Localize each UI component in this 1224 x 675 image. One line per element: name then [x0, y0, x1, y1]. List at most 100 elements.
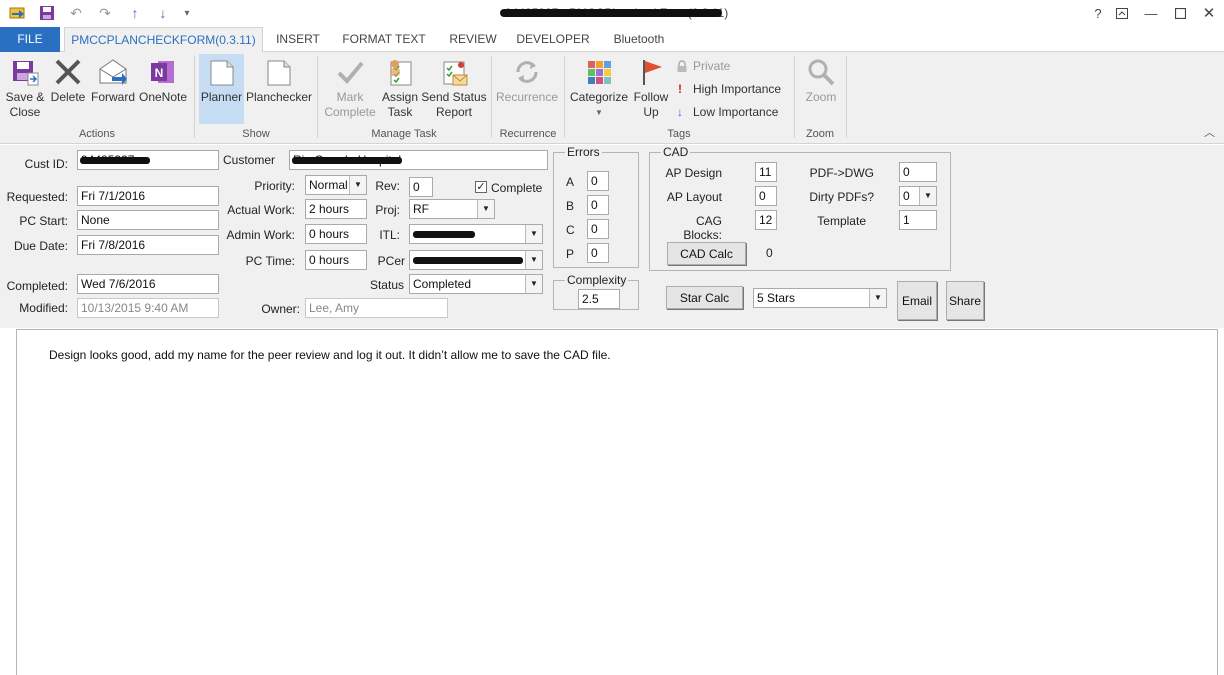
separator — [564, 56, 565, 138]
down-arrow-icon[interactable]: ↓ — [153, 4, 173, 22]
cag-blocks-label: CAG Blocks: — [683, 214, 722, 242]
delete-x-icon — [52, 56, 84, 88]
pc-time-label: PC Time: — [245, 254, 295, 268]
flag-icon — [635, 56, 667, 88]
email-button[interactable]: Email — [897, 281, 937, 320]
status-label: Status — [369, 278, 404, 292]
save-close-button[interactable]: Save & Close — [3, 54, 47, 120]
dirty-pdfs-label: Dirty PDFs? — [809, 190, 874, 204]
tab-bluetooth[interactable]: Bluetooth — [604, 27, 674, 52]
star-calc-button[interactable]: Star Calc — [666, 286, 743, 309]
minimize-button[interactable]: — — [1137, 3, 1165, 23]
tab-developer[interactable]: DEVELOPER — [514, 27, 592, 52]
mark-complete-button[interactable]: Mark Complete — [322, 54, 378, 120]
maximize-button[interactable] — [1166, 3, 1194, 23]
planner-label: Planner — [200, 90, 243, 104]
itl-redaction — [413, 231, 475, 238]
delete-button[interactable]: Delete — [48, 54, 88, 105]
tab-pmccplancheckform[interactable]: PMCCPLANCHECKFORM(0.3.11) — [64, 27, 263, 53]
recurrence-icon — [511, 56, 543, 88]
delete-label: Delete — [50, 90, 86, 104]
itl-label: ITL: — [379, 228, 400, 242]
tab-file[interactable]: FILE — [0, 27, 60, 52]
tab-insert[interactable]: INSERT — [268, 27, 328, 52]
forward-button[interactable]: Forward — [89, 54, 137, 105]
categorize-button[interactable]: Categorize ▼ — [569, 54, 629, 120]
collapse-ribbon-icon[interactable]: ︿ — [1204, 124, 1215, 140]
complexity-title: Complexity — [565, 273, 629, 287]
tab-format-text[interactable]: FORMAT TEXT — [338, 27, 430, 52]
error-a-field[interactable]: 0 — [587, 171, 609, 191]
save-close-label: Save & Close — [5, 90, 45, 119]
assign-task-icon — [384, 56, 416, 88]
template-label: Template — [817, 214, 866, 228]
complexity-field[interactable]: 2.5 — [578, 289, 620, 309]
low-importance-button[interactable]: ↓ Low Importance — [677, 102, 778, 122]
close-button[interactable]: ✕ — [1195, 3, 1223, 23]
dirty-pdfs-select[interactable]: 0 ▼ — [899, 186, 937, 206]
stars-select[interactable]: 5 Stars ▼ — [753, 288, 887, 308]
private-button[interactable]: Private — [676, 56, 730, 76]
error-p-field[interactable]: 0 — [587, 243, 609, 263]
send-status-label: Send Status Report — [421, 90, 487, 119]
template-field[interactable]: 1 — [899, 210, 937, 230]
high-importance-button[interactable]: ! High Importance — [678, 79, 781, 99]
assign-task-button[interactable]: Assign Task — [379, 54, 421, 120]
follow-up-button[interactable]: Follow Up — [630, 54, 672, 120]
zoom-group-label: Zoom — [805, 128, 835, 140]
due-date-field[interactable]: Fri 7/8/2016 — [77, 235, 219, 255]
separator — [491, 56, 492, 138]
ap-design-field[interactable]: 11 — [755, 162, 777, 182]
up-arrow-icon[interactable]: ↑ — [125, 4, 145, 22]
pc-start-field[interactable]: None — [77, 210, 219, 230]
tab-review[interactable]: REVIEW — [444, 27, 502, 52]
admin-work-label: Admin Work: — [226, 228, 295, 242]
save-icon[interactable] — [37, 4, 57, 22]
recurrence-button[interactable]: Recurrence — [494, 54, 560, 105]
ap-layout-field[interactable]: 0 — [755, 186, 777, 206]
error-c-field[interactable]: 0 — [587, 219, 609, 239]
due-date-label: Due Date: — [13, 239, 68, 253]
customize-icon[interactable]: ▾ — [177, 4, 197, 22]
onenote-label: OneNote — [138, 90, 188, 104]
notes-text: Design looks good, add my name for the p… — [49, 348, 611, 362]
error-b-field[interactable]: 0 — [587, 195, 609, 215]
planner-button[interactable]: Planner — [199, 54, 244, 124]
planchecker-label: Planchecker — [245, 90, 313, 104]
error-c-label: C — [566, 223, 575, 237]
share-button[interactable]: Share — [946, 281, 984, 320]
completed-field[interactable]: Wed 7/6/2016 — [77, 274, 219, 294]
cad-calc-button[interactable]: CAD Calc — [667, 242, 746, 265]
notes-body[interactable]: Design looks good, add my name for the p… — [16, 329, 1218, 675]
ap-layout-label: AP Layout — [666, 190, 722, 204]
separator — [317, 56, 318, 138]
planchecker-button[interactable]: Planchecker — [245, 54, 313, 105]
chevron-down-icon: ▼ — [525, 225, 542, 243]
complete-checkbox[interactable]: ✓ — [475, 181, 487, 193]
status-select[interactable]: Completed ▼ — [409, 274, 543, 294]
admin-work-field[interactable]: 0 hours — [305, 224, 367, 244]
stars-value: 5 Stars — [757, 291, 796, 305]
priority-select[interactable]: Normal ▼ — [305, 175, 367, 195]
undo-icon[interactable]: ↶ — [66, 4, 86, 22]
app-icon[interactable] — [8, 4, 28, 22]
errors-title: Errors — [565, 145, 602, 159]
onenote-icon: N — [147, 56, 179, 88]
actual-work-field[interactable]: 2 hours — [305, 199, 367, 219]
onenote-button[interactable]: N OneNote — [138, 54, 188, 105]
proj-select[interactable]: RF ▼ — [409, 199, 495, 219]
cag-blocks-field[interactable]: 12 — [755, 210, 777, 230]
redo-icon[interactable]: ↷ — [95, 4, 115, 22]
lock-icon — [677, 59, 687, 72]
pdf-dwg-field[interactable]: 0 — [899, 162, 937, 182]
pc-time-field[interactable]: 0 hours — [305, 250, 367, 270]
send-status-report-button[interactable]: Send Status Report — [421, 54, 487, 120]
private-label: Private — [693, 59, 731, 73]
requested-field[interactable]: Fri 7/1/2016 — [77, 186, 219, 206]
rev-field[interactable]: 0 — [409, 177, 433, 197]
proj-value: RF — [413, 202, 429, 216]
proj-label: Proj: — [375, 203, 400, 217]
ribbon-display-button[interactable] — [1108, 3, 1136, 23]
planner-page-icon — [206, 56, 238, 88]
zoom-button[interactable]: Zoom — [798, 54, 844, 105]
